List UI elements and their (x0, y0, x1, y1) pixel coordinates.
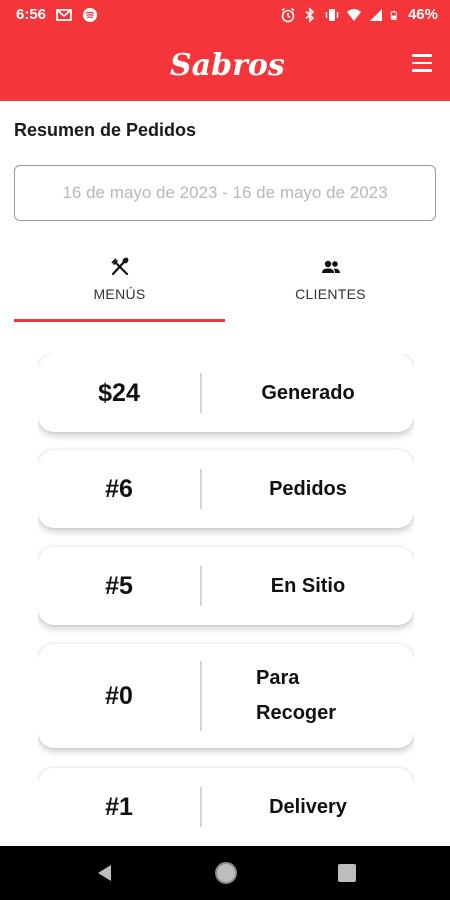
hamburger-menu-icon-line (412, 69, 432, 72)
signal-icon (369, 8, 382, 21)
app-bar: Sabroso ® (0, 30, 450, 101)
card-label: Para Recoger (202, 644, 414, 748)
page-title: Resumen de Pedidos (14, 120, 197, 140)
hamburger-menu-icon-line (412, 61, 432, 64)
home-icon[interactable] (215, 862, 237, 884)
sabroso-logo: Sabroso ® (170, 48, 286, 83)
summary-card-list: $24 Generado #6 Pedidos #5 En Sitio #0 P… (38, 354, 414, 832)
card-value: #1 (105, 792, 133, 821)
card-label: En Sitio (270, 574, 346, 597)
summary-card-para-recoger[interactable]: #0 Para Recoger (38, 644, 414, 748)
tab-clientes-label: CLIENTES (295, 286, 366, 302)
gmail-icon (56, 8, 72, 21)
card-label-line: Recoger (256, 702, 337, 724)
card-label: Generado (261, 381, 355, 404)
recents-icon[interactable] (338, 864, 356, 882)
people-icon (321, 260, 340, 273)
summary-card-pedidos[interactable]: #6 Pedidos (38, 450, 414, 528)
tab-menus[interactable]: MENÚS (14, 252, 225, 322)
tab-menus-label: MENÚS (93, 286, 146, 302)
card-label-line: Para (256, 667, 300, 689)
status-time: 6:56 (16, 6, 47, 23)
card-value: #0 (105, 681, 133, 710)
card-value: $24 (98, 378, 140, 407)
battery-icon (390, 10, 397, 20)
summary-card-en-sitio[interactable]: #5 En Sitio (38, 547, 414, 625)
summary-card-delivery[interactable]: #1 Delivery (38, 768, 414, 832)
menu-button[interactable] (412, 54, 434, 72)
bluetooth-icon (305, 6, 315, 23)
alarm-icon (281, 7, 295, 22)
wifi-icon (346, 8, 361, 21)
tab-bar: MENÚS CLIENTES (14, 252, 436, 322)
status-right: 46% (280, 6, 438, 23)
fork-spoon-icon (110, 257, 128, 276)
card-label: Delivery (269, 795, 347, 818)
logo-text: Sabroso (170, 48, 286, 83)
back-icon[interactable] (95, 863, 115, 883)
system-nav-bar (0, 846, 450, 900)
status-left: 6:56 (16, 6, 98, 23)
status-bar: 6:56 46% (0, 0, 450, 30)
spotify-icon (83, 7, 98, 22)
card-label: Pedidos (269, 477, 347, 500)
top-bar: 6:56 46% Sabros ® (0, 0, 450, 101)
card-value: #5 (105, 571, 133, 600)
tab-clientes[interactable]: CLIENTES (225, 252, 436, 322)
battery-percent: 46% (407, 6, 438, 23)
logo-registered-mark: ® (276, 66, 283, 74)
date-range-field[interactable]: 16 de mayo de 2023 - 16 de mayo de 2023 (14, 165, 436, 221)
card-value: #6 (105, 474, 133, 503)
vibrate-icon (325, 8, 339, 21)
hamburger-menu-icon-line (412, 54, 432, 57)
summary-card-generado[interactable]: $24 Generado (38, 354, 414, 432)
selected-tab-indicator (14, 319, 225, 322)
